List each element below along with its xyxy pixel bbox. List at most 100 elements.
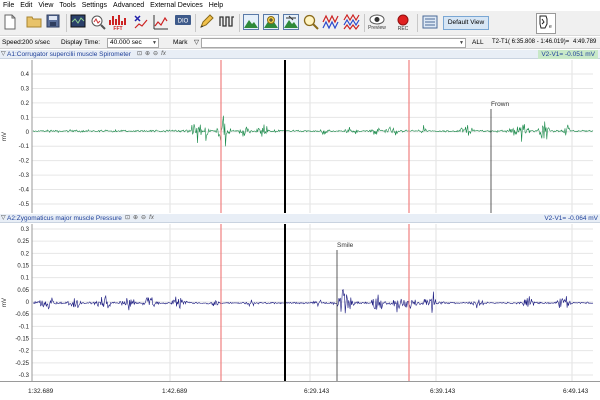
y-tick-label: -0.15 [15, 337, 29, 343]
y-tick-label: 0.3 [21, 227, 30, 233]
time-axis: 1:32.689 1:42.689 6:29.143 6:39.143 6:49… [0, 381, 600, 400]
y-tick-label: 0 [26, 130, 30, 136]
y-tick-label: 0.1 [21, 115, 30, 121]
view-layout-icon [422, 15, 438, 29]
marker-pen-icon [200, 14, 214, 28]
time-tick: 6:39.143 [430, 388, 456, 395]
menu-edit[interactable]: Edit [17, 0, 35, 11]
y-tick-label: -0.05 [15, 312, 29, 318]
fft-button[interactable]: FFT [107, 14, 129, 34]
mountain-plus-icon [263, 14, 279, 30]
collapse-icon[interactable]: ▽ [1, 50, 6, 59]
menu-help[interactable]: Help [206, 0, 226, 11]
function-icon[interactable]: fx [148, 215, 155, 222]
y-tick-label: -0.1 [19, 144, 30, 150]
all-button[interactable]: ALL [472, 39, 484, 46]
toolbar-separator [195, 14, 196, 32]
scope-button[interactable] [90, 14, 106, 30]
channel1-tools: ⊡ ⊕ ⊖ fx [136, 50, 167, 59]
chevron-down-icon: ▼ [152, 40, 157, 46]
channel1-header: ▽ A1:Corrugator supercilii muscle Spirom… [0, 50, 600, 59]
mark-select[interactable]: ▼ [201, 38, 466, 48]
svg-text:DIO: DIO [178, 19, 189, 25]
magnify-button[interactable] [303, 14, 319, 30]
preview-button[interactable]: Preview [366, 14, 388, 34]
menu-advanced[interactable]: Advanced [110, 0, 147, 11]
y-tick-label: -0.1 [19, 324, 30, 330]
new-file-button[interactable] [3, 14, 19, 30]
channel-icon: DIO [175, 15, 191, 25]
record-icon [397, 14, 409, 26]
y-tick-label: 0.2 [21, 101, 30, 107]
t2t1-label: T2-T1( 6:35.808 - 1:46.019)= [492, 39, 570, 45]
channel2-signal-canvas[interactable]: 0.3 0.25 0.2 0.15 0.1 0.05 0 -0.05 -0.1 -0.15 -0.2… [0, 224, 600, 381]
y-tick-label: -0.25 [15, 361, 29, 367]
menu-external-devices[interactable]: External Devices [147, 0, 206, 11]
collapse-icon[interactable]: ▽ [1, 214, 6, 223]
open-folder-icon [26, 16, 42, 28]
scope-icon [91, 15, 106, 30]
xy-icon [134, 15, 148, 29]
speed-label: Speed: [2, 39, 23, 46]
new-file-icon [4, 14, 16, 30]
zoom-in-icon[interactable]: ⊕ [144, 51, 151, 58]
pulse-button[interactable] [219, 14, 235, 30]
default-view-button[interactable]: Default View [443, 16, 489, 30]
report-icon [70, 14, 86, 28]
record-button[interactable]: REC [392, 14, 414, 34]
filter-icon[interactable]: ▽ [194, 38, 199, 46]
pulse-icon [219, 16, 234, 27]
zoom-out-icon[interactable]: ⊖ [140, 215, 147, 222]
display-time-label: Display Time: [61, 39, 101, 46]
y-tick-label: -0.2 [19, 349, 30, 355]
graph-button[interactable] [153, 14, 169, 30]
y-tick-label: -0.3 [19, 373, 30, 379]
menu-tools[interactable]: Tools [56, 0, 78, 11]
menu-settings[interactable]: Settings [79, 0, 110, 11]
y-tick-label: 0.25 [17, 239, 29, 245]
save-icon [46, 14, 60, 28]
chevron-down-icon: ▼ [459, 40, 464, 46]
mountain-button[interactable] [243, 14, 259, 30]
graph-icon [153, 15, 168, 30]
channel1-signal-canvas[interactable]: 0.4 0.3 0.2 0.1 0 -0.1 -0.2 -0.3 -0.4 -0.5 mV Frown [0, 60, 600, 213]
channel-button[interactable]: DIO [174, 14, 191, 30]
channel1-plot[interactable]: 0.4 0.3 0.2 0.1 0 -0.1 -0.2 -0.3 -0.4 -0.5 mV Frown [0, 60, 600, 213]
control-bar: Speed: 200 s/sec Display Time: 40.000 se… [0, 37, 600, 49]
save-button[interactable] [46, 14, 62, 30]
y-tick-label: -0.4 [19, 188, 30, 194]
time-tick: 6:29.143 [304, 388, 330, 395]
y-tick-label: 0.3 [21, 86, 30, 92]
menu-file[interactable]: File [0, 0, 17, 11]
display-time-select[interactable]: 40.000 sec ▼ [107, 38, 159, 48]
mountain-icon [243, 14, 259, 30]
report-button[interactable] [70, 14, 86, 30]
menu-view[interactable]: View [35, 0, 56, 11]
toolbar-separator [239, 14, 240, 32]
mountain-plus-button[interactable] [263, 14, 279, 30]
y-tick-label: 0.2 [21, 251, 30, 257]
device-logo-button[interactable]: e [536, 13, 556, 34]
channel2-plot[interactable]: 0.3 0.25 0.2 0.15 0.1 0.05 0 -0.05 -0.1 -0.15 -0.2… [0, 224, 600, 381]
wave-double-button[interactable] [322, 14, 339, 30]
mountain-zoom-button[interactable] [283, 14, 299, 30]
toolbar-separator [364, 14, 365, 32]
preview-icon [369, 14, 385, 25]
view-layout-button[interactable] [422, 14, 438, 30]
grid [31, 60, 593, 213]
xy-plot-button[interactable] [133, 14, 149, 30]
zoom-out-icon[interactable]: ⊖ [152, 51, 159, 58]
speed-value: 200 s/sec [22, 39, 50, 46]
time-tick: 1:42.689 [162, 388, 188, 395]
open-folder-button[interactable] [26, 14, 42, 30]
zoom-fit-icon[interactable]: ⊡ [124, 215, 131, 222]
preview-label: Preview [368, 25, 386, 31]
marker-pen-button[interactable] [198, 14, 214, 30]
function-icon[interactable]: fx [160, 51, 167, 58]
zoom-in-icon[interactable]: ⊕ [132, 215, 139, 222]
zoom-fit-icon[interactable]: ⊡ [136, 51, 143, 58]
y-tick-label: 0.1 [21, 276, 30, 282]
wave-triple-button[interactable] [343, 14, 360, 30]
wave-triple-icon [343, 14, 360, 30]
y-tick-label: 0.15 [17, 264, 29, 270]
